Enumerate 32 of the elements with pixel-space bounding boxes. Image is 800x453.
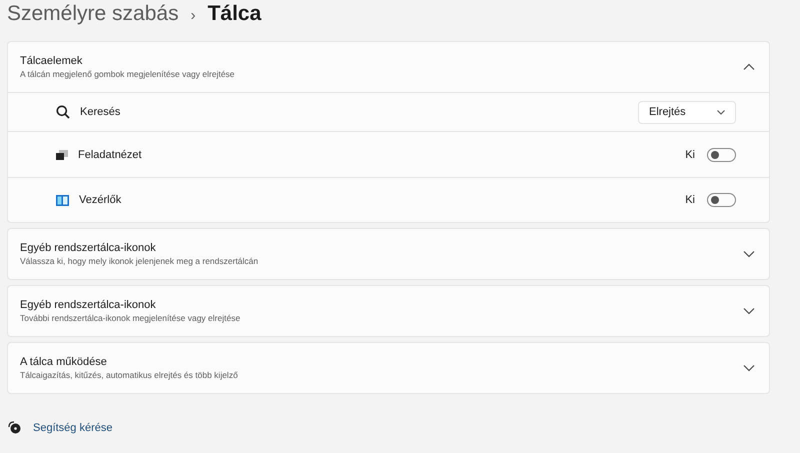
- toggle-state-label: Ki: [685, 194, 695, 206]
- section-title: Egyéb rendszertálca-ikonok: [20, 242, 157, 254]
- section-description: További rendszertálca-ikonok megjelenítése vagy elrejtése: [20, 313, 242, 323]
- toggle-switch[interactable]: [707, 193, 736, 207]
- section-header[interactable]: Egyéb rendszertálca-ikonok További rendszertálca-ikonok megjelenítése vagy elrejtése: [8, 286, 769, 336]
- toggle-state-label: Ki: [685, 148, 695, 160]
- section-header[interactable]: Egyéb rendszertálca-ikonok Válassza ki, hogy mely ikonok jelenjenek meg a rendszertálcán: [8, 229, 769, 279]
- breadcrumb-separator: ›: [190, 7, 196, 24]
- section-description: A tálcán megjelenő gombok megjelenítése vagy elrejtése: [20, 69, 236, 79]
- section-title: A tálca működése: [20, 356, 108, 368]
- panels-icon: [56, 194, 69, 206]
- chevron-down-icon: [743, 250, 755, 258]
- search-icon: [56, 105, 70, 119]
- section-description: Válassza ki, hogy mely ikonok jelenjenek meg a rendszertálcán: [20, 256, 260, 266]
- setting-label: Keresés: [80, 106, 120, 118]
- section-header[interactable]: A tálca működése Tálcaigazítás, kitűzés, automatikus elrejtés és több kijelző: [8, 343, 769, 393]
- overlapping-squares-icon: [56, 150, 68, 160]
- dropdown[interactable]: Elrejtés: [638, 100, 736, 124]
- setting-label: Vezérlők: [79, 194, 122, 206]
- section-description: Tálcaigazítás, kitűzés, automatikus elrejtés és több kijelző: [20, 370, 239, 380]
- section-title: Egyéb rendszertálca-ikonok: [20, 299, 157, 311]
- breadcrumb-parent[interactable]: Személyre szabás: [7, 2, 179, 26]
- section-header[interactable]: Tálcaelemek A tálcán megjelenő gombok megjelenítése vagy elrejtése: [8, 42, 769, 92]
- chevron-up-icon: [743, 63, 755, 71]
- setting-label: Feladatnézet: [78, 148, 142, 160]
- help-link[interactable]: Segítség kérése: [33, 422, 112, 434]
- section-title: Tálcaelemek: [20, 55, 84, 67]
- page-title: Tálca: [208, 2, 262, 26]
- chevron-down-icon: [743, 364, 755, 372]
- chevron-down-icon: [717, 110, 725, 114]
- chevron-down-icon: [743, 307, 755, 315]
- toggle-switch[interactable]: [707, 148, 736, 162]
